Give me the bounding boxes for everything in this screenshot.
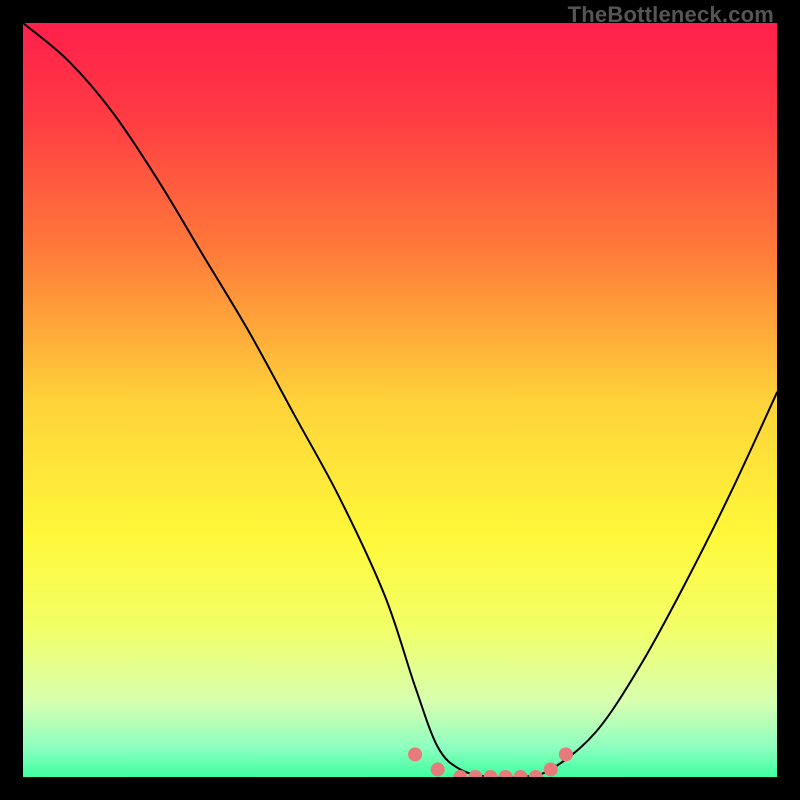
marker-dot	[499, 770, 513, 777]
plot-area	[23, 23, 777, 777]
flat-region-markers	[408, 747, 573, 777]
marker-dot	[529, 770, 543, 777]
chart-frame: TheBottleneck.com	[0, 0, 800, 800]
marker-dot	[408, 747, 422, 761]
marker-dot	[431, 762, 445, 776]
marker-dot	[514, 770, 528, 777]
marker-dot	[468, 770, 482, 777]
curve-layer	[23, 23, 777, 777]
marker-dot	[483, 770, 497, 777]
bottleneck-curve	[23, 23, 777, 777]
marker-dot	[559, 747, 573, 761]
marker-dot	[544, 762, 558, 776]
